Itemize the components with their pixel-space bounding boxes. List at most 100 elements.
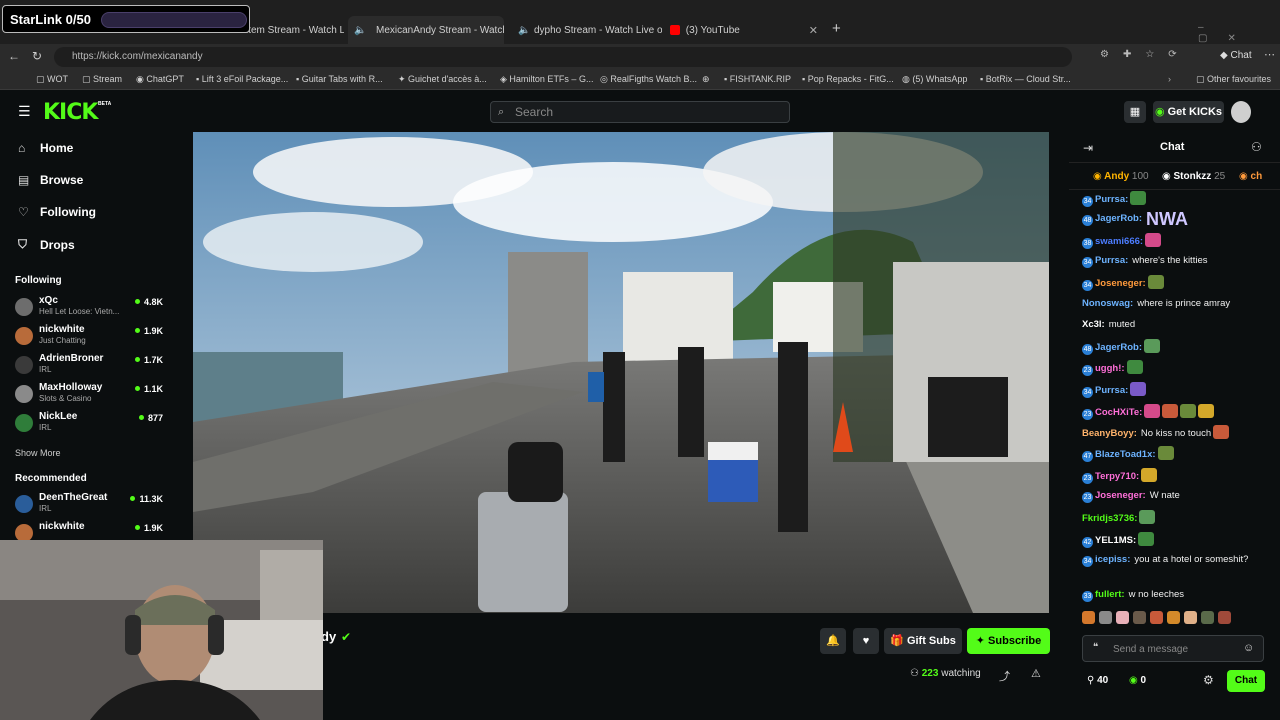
chat-username[interactable]: Nonoswag: <box>1082 298 1133 309</box>
starlink-goal-overlay: StarLink 0/50 <box>2 5 250 33</box>
window-controls[interactable]: –▢✕ <box>1198 22 1280 44</box>
bookmark[interactable]: ⊕ <box>702 74 710 85</box>
gifter[interactable]: ◉ Andy 100 <box>1093 171 1149 182</box>
hamburger-menu-icon[interactable]: ☰ <box>18 103 31 120</box>
bookmark[interactable]: ◎ RealFigths Watch B... <box>600 74 697 85</box>
notifications-bell-button[interactable]: 🔔 <box>820 628 846 654</box>
browser-tab[interactable]: 🔈 dypho Stream - Watch Live o✕ <box>506 19 662 41</box>
chat-username[interactable]: YEL1MS: <box>1095 535 1136 546</box>
channel-name: MaxHolloway <box>39 382 103 393</box>
chat-username[interactable]: Joseneger: <box>1095 490 1146 501</box>
sidebar-channel[interactable]: NickLee IRL 877 <box>15 411 163 439</box>
sidebar-channel[interactable]: DeenTheGreat IRL 11.3K <box>15 492 163 520</box>
bookmark[interactable]: ▢ Stream <box>82 74 122 85</box>
chat-message-input[interactable]: ❝ Send a message ☺ <box>1082 635 1264 662</box>
show-more-link[interactable]: Show More <box>15 448 61 458</box>
chat-username[interactable]: Fkridjs3736: <box>1082 513 1137 524</box>
kicks-balance[interactable]: ◉ 0 <box>1129 675 1146 686</box>
chat-username[interactable]: icepiss: <box>1095 554 1130 565</box>
sidebar-item-label: Browse <box>40 173 84 187</box>
chat-username[interactable]: Xc3l: <box>1082 319 1105 330</box>
emote-quickbar[interactable] <box>1082 611 1267 629</box>
bookmark-label: ChatGPT <box>146 74 184 84</box>
sidebar-channel[interactable]: nickwhite Just Chatting 1.9K <box>15 324 163 352</box>
new-tab-icon[interactable]: + <box>832 20 841 37</box>
bookmark[interactable]: ◉ ChatGPT <box>136 74 184 85</box>
browse-layout-icon[interactable]: ▦ <box>1124 101 1146 123</box>
subscriber-badge: 34 <box>1082 556 1093 567</box>
chat-username[interactable]: fullert: <box>1095 589 1125 600</box>
chat-username[interactable]: JagerRob: <box>1095 213 1142 224</box>
bookmark[interactable]: ▪ Lift 3 eFoil Package... <box>196 74 288 84</box>
chat-username[interactable]: CocHXiTe: <box>1095 407 1142 418</box>
chevron-right-icon[interactable]: › <box>1168 74 1171 84</box>
sidebar-item-drops[interactable]: ⛉ Drops <box>18 237 75 252</box>
sidebar-channel[interactable]: xQc Hell Let Loose: Vietn... 4.8K <box>15 295 163 323</box>
bookmark-label: BotRix — Cloud Str... <box>985 74 1071 84</box>
channel-points[interactable]: ⚲ 40 <box>1087 675 1108 686</box>
kick-logo[interactable]: KICK <box>43 100 98 125</box>
bookmark-label: FISHTANK.RIP <box>729 74 792 84</box>
chat-username[interactable]: JagerRob: <box>1095 342 1142 353</box>
copilot-chat-button[interactable]: ◆ Chat <box>1220 50 1252 61</box>
chat-username[interactable]: Purrsa: <box>1095 385 1128 396</box>
toolbar-icons[interactable]: ⚙✚☆⟳ <box>1100 49 1191 60</box>
subscriber-badge: 48 <box>1082 344 1093 355</box>
sidebar-channel[interactable]: AdrienBroner IRL 1.7K <box>15 353 163 381</box>
streamer-name[interactable]: dy <box>321 629 336 644</box>
follow-heart-button[interactable]: ♥ <box>853 628 879 654</box>
report-icon[interactable]: ⚠ <box>1031 667 1041 680</box>
sidebar-item-following[interactable]: ♡ Following <box>18 205 96 219</box>
chat-username[interactable]: Terpy710: <box>1095 471 1139 482</box>
bookmark[interactable]: ▪ FISHTANK.RIP <box>724 74 791 84</box>
chat-username[interactable]: BeanyBoyy: <box>1082 428 1137 439</box>
search-input[interactable]: ⌕ Search <box>490 101 790 123</box>
bookmark[interactable]: ✦ Guichet d'accès à... <box>398 74 487 85</box>
sidebar-item-home[interactable]: ⌂ Home <box>18 141 73 155</box>
gifter[interactable]: ◉ ch <box>1239 171 1262 182</box>
chat-users-icon[interactable]: ⚇ <box>1251 140 1262 154</box>
points-icon: ⚲ <box>1087 675 1095 686</box>
chat-username[interactable]: Joseneger: <box>1095 278 1146 289</box>
bookmark[interactable]: ▪ Pop Repacks - FitG... <box>802 74 894 84</box>
browser-tab[interactable]: (3) YouTube ✕ <box>664 19 824 41</box>
speaker-icon: 🔈 <box>354 25 367 36</box>
browser-tab-active[interactable]: 🔈 MexicanAndy Stream - Watch✕ <box>348 16 504 44</box>
gear-icon[interactable]: ⚙ <box>1203 673 1214 687</box>
reload-icon[interactable]: ↻ <box>32 49 42 63</box>
chat-message: 33 fullert: w no leeches <box>1082 588 1267 602</box>
subscribe-label: Subscribe <box>988 635 1042 647</box>
bookmark[interactable]: ◍ (5) WhatsApp <box>902 74 967 85</box>
chat-username[interactable]: swami666: <box>1095 236 1143 247</box>
chat-text: W nate <box>1149 490 1180 501</box>
browser-tab[interactable]: item Stream - Watch L✕ <box>240 19 344 41</box>
gifter[interactable]: ◉ Stonkzz 25 <box>1162 171 1225 182</box>
close-icon[interactable]: ✕ <box>809 24 818 37</box>
emoji-icon[interactable]: ☺ <box>1243 642 1254 654</box>
get-kicks-button[interactable]: ◉ Get KICKs <box>1153 101 1224 123</box>
more-icon[interactable]: ⋯ <box>1264 48 1275 61</box>
bookmark[interactable]: ▪ BotRix — Cloud Str... <box>980 74 1071 84</box>
collapse-chat-icon[interactable]: ⇥ <box>1083 141 1093 155</box>
chat-username[interactable]: uggh!: <box>1095 363 1125 374</box>
sidebar-channel[interactable]: MaxHolloway Slots & Casino 1.1K <box>15 382 163 410</box>
subscriber-badge: 34 <box>1082 280 1093 291</box>
bookmark[interactable]: ▪ Guitar Tabs with R... <box>296 74 383 84</box>
bookmark-folder[interactable]: ▢ Other favourites <box>1196 74 1271 85</box>
url-field[interactable]: https://kick.com/mexicanandy <box>54 47 1072 67</box>
chat-username[interactable]: Purrsa: <box>1095 255 1128 266</box>
back-icon[interactable]: ← <box>8 49 20 63</box>
subscribe-button[interactable]: ✦ Subscribe <box>967 628 1050 654</box>
gift-subs-button[interactable]: 🎁 Gift Subs <box>884 628 962 654</box>
chat-username[interactable]: BlazeToad1x: <box>1095 449 1156 460</box>
share-icon[interactable]: ⤴ <box>999 668 1010 684</box>
subscriber-badge: 34 <box>1082 387 1093 398</box>
subscriber-badge: 23 <box>1082 365 1093 376</box>
send-chat-button[interactable]: Chat <box>1227 670 1265 692</box>
chat-message: 34 icepiss: you at a hotel or someshit? <box>1082 553 1267 567</box>
sidebar-item-browse[interactable]: ▤ Browse <box>18 173 83 187</box>
bookmark[interactable]: ▢ WOT <box>36 74 68 85</box>
chat-username[interactable]: Purrsa: <box>1095 194 1128 205</box>
avatar[interactable] <box>1231 101 1251 123</box>
bookmark[interactable]: ◈ Hamilton ETFs – G... <box>500 74 593 85</box>
